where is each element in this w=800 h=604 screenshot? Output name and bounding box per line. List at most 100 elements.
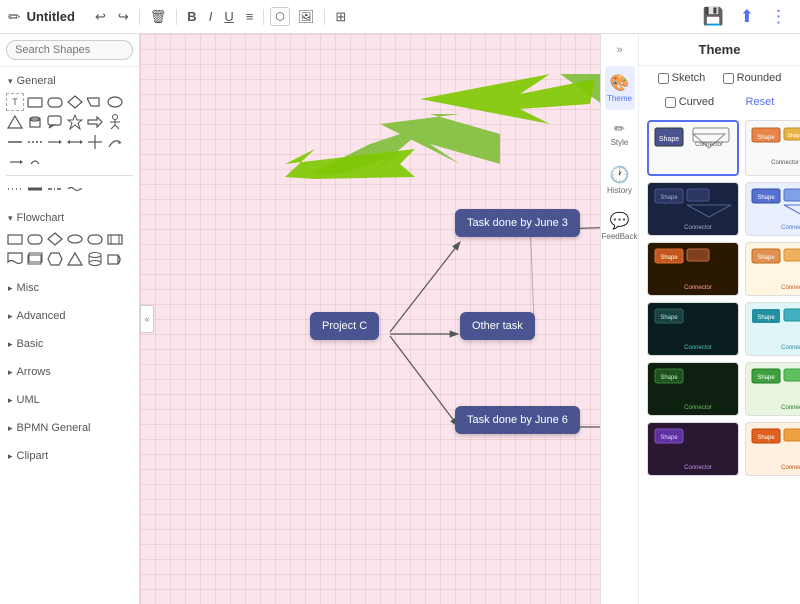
bold-button[interactable]: B [183, 7, 200, 26]
sketch-checkbox[interactable] [658, 73, 669, 84]
collapse-left-btn[interactable]: « [140, 305, 154, 333]
shape-bidirectional[interactable] [66, 133, 84, 151]
node-project-c[interactable]: Project C [310, 312, 379, 340]
node-other-task[interactable]: Other task [460, 312, 535, 340]
section-basic-header[interactable]: ▸ Basic [6, 334, 133, 354]
section-misc-header[interactable]: ▸ Misc [6, 278, 133, 298]
redo-button[interactable]: ↪ [114, 7, 133, 27]
undo-button[interactable]: ↩ [91, 7, 110, 27]
fc-term[interactable] [86, 230, 104, 248]
shape-dash-dot[interactable] [46, 180, 64, 198]
theme-card-12[interactable]: Shape Connector [745, 422, 800, 476]
shape-double-arrow[interactable] [6, 153, 24, 171]
shape-cylinder[interactable] [26, 113, 44, 131]
style-icon-btn[interactable]: ✏ Style [605, 112, 635, 156]
shape-rect[interactable] [26, 93, 44, 111]
theme-icon-btn[interactable]: 🎨 Theme [605, 66, 635, 110]
fc-db[interactable] [86, 250, 104, 268]
theme-card-2[interactable]: Shape Shape Connector [745, 120, 800, 176]
theme-card-7[interactable]: Shape Connector [647, 302, 739, 356]
theme-card-8[interactable]: Shape Connector [745, 302, 800, 356]
shape-ellipse[interactable] [106, 93, 124, 111]
general-shapes-grid: T [6, 91, 133, 200]
italic-button[interactable]: I [205, 7, 217, 26]
section-bpmn-header[interactable]: ▸ BPMN General [6, 418, 133, 438]
fc-rounded[interactable] [26, 230, 44, 248]
shape-thick-line[interactable] [26, 180, 44, 198]
delete-button[interactable]: 🗑 [146, 7, 171, 27]
section-bpmn-label: BPMN General [17, 422, 91, 434]
theme-card-5[interactable]: Shape Connector [647, 242, 739, 296]
table-button[interactable]: ⊞ [331, 7, 350, 27]
curved-checkbox[interactable] [665, 97, 676, 108]
canvas-area[interactable]: « [140, 34, 600, 604]
shape-diamond[interactable] [66, 93, 84, 111]
shape-link[interactable] [26, 153, 44, 171]
node-task-june3[interactable]: Task done by June 3 [455, 209, 580, 237]
shape-callout[interactable] [46, 113, 64, 131]
insert-shape-button[interactable]: ⬡ [270, 7, 290, 26]
shape-arrow-connector[interactable] [46, 133, 64, 151]
save-button[interactable]: 💾 [698, 5, 729, 29]
shape-cross[interactable] [86, 133, 104, 151]
shape-rounded-rect[interactable] [46, 93, 64, 111]
more-button[interactable]: ⋮ [765, 5, 792, 29]
shape-line[interactable] [6, 133, 24, 151]
fc-diamond2[interactable] [46, 230, 64, 248]
fc-multi-doc[interactable] [26, 250, 44, 268]
feedback-icon-btn[interactable]: 💬 FeedBack [605, 204, 635, 248]
fc-ellipse2[interactable] [66, 230, 84, 248]
share-button[interactable]: ⬆ [735, 5, 759, 29]
collapse-right-btn[interactable]: » [612, 40, 626, 60]
fc-doc[interactable] [6, 250, 24, 268]
rounded-label[interactable]: Rounded [723, 72, 782, 84]
fc-hex[interactable] [46, 250, 64, 268]
theme-card-10[interactable]: Shape Connector [745, 362, 800, 416]
rounded-checkbox[interactable] [723, 73, 734, 84]
shape-star[interactable] [66, 113, 84, 131]
shape-text[interactable]: T [6, 93, 24, 111]
section-arrows-header[interactable]: ▸ Arrows [6, 362, 133, 382]
section-uml-header[interactable]: ▸ UML [6, 390, 133, 410]
align-button[interactable]: ≡ [242, 7, 258, 26]
section-clipart-header[interactable]: ▸ Clipart [6, 446, 133, 466]
shape-dashed-line[interactable] [26, 133, 44, 151]
reset-button[interactable]: Reset [746, 96, 775, 108]
history-icon-btn[interactable]: 🕐 History [605, 158, 635, 202]
section-advanced-header[interactable]: ▸ Advanced [6, 306, 133, 326]
shape-dotted[interactable] [6, 180, 24, 198]
right-actions: 💾 ⬆ ⋮ [698, 5, 792, 29]
fc-tri2[interactable] [66, 250, 84, 268]
section-arrows: ▸ Arrows [0, 358, 139, 386]
theme-card-6[interactable]: Shape Connector [745, 242, 800, 296]
shape-curved-arrow[interactable] [106, 133, 124, 151]
theme-card-1[interactable]: Shape Connector [647, 120, 739, 176]
fc-predefined[interactable] [106, 230, 124, 248]
section-basic: ▸ Basic [0, 330, 139, 358]
theme-panel-title: Theme [639, 34, 800, 66]
section-clipart-arrow: ▸ [8, 451, 13, 462]
fc-rect[interactable] [6, 230, 24, 248]
section-advanced: ▸ Advanced [0, 302, 139, 330]
node-task-june6[interactable]: Task done by June 6 [455, 406, 580, 434]
section-general-header[interactable]: ▾ General [6, 71, 133, 91]
fc-delay[interactable] [106, 250, 124, 268]
section-flowchart-header[interactable]: ▾ Flowchart [6, 208, 133, 228]
shape-wave[interactable] [66, 180, 84, 198]
shape-parallelogram[interactable] [86, 93, 104, 111]
shape-actor[interactable] [106, 113, 124, 131]
theme-card-11[interactable]: Shape Connector [647, 422, 739, 476]
shape-arrow-right[interactable] [86, 113, 104, 131]
search-input[interactable] [6, 40, 133, 60]
underline-button[interactable]: U [220, 7, 237, 26]
curved-label[interactable]: Curved [665, 96, 714, 108]
sketch-label[interactable]: Sketch [658, 72, 706, 84]
theme-card-4[interactable]: Shape Connector [745, 182, 800, 236]
theme-card-3[interactable]: Shape Connector [647, 182, 739, 236]
page-title: Untitled [27, 9, 75, 24]
section-arrows-arrow: ▸ [8, 367, 13, 378]
section-advanced-arrow: ▸ [8, 311, 13, 322]
theme-card-9[interactable]: Shape Connector [647, 362, 739, 416]
shape-triangle[interactable] [6, 113, 24, 131]
image-button[interactable]: 🖼 [294, 7, 319, 27]
